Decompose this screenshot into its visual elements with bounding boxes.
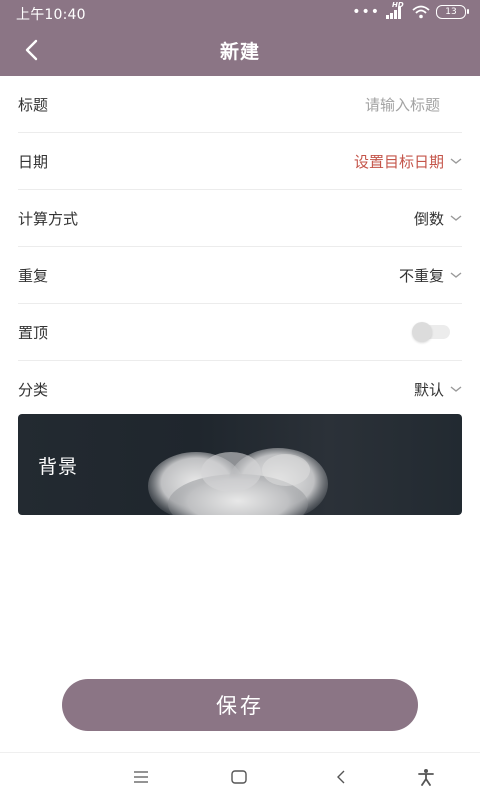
chevron-down-icon [450, 272, 462, 278]
page-title: 新建 [219, 41, 260, 63]
signal-icon: HD [386, 1, 406, 19]
chevron-down-icon [450, 158, 462, 164]
category-row[interactable]: 分类 默认 [18, 361, 462, 418]
background-label: 背景 [38, 456, 79, 478]
pin-toggle[interactable] [412, 322, 450, 342]
date-label: 日期 [18, 152, 49, 171]
app-header: 新建 [0, 24, 480, 76]
chevron-down-icon [450, 215, 462, 221]
background-picker[interactable]: 背景 [18, 414, 462, 515]
repeat-row[interactable]: 重复 不重复 [18, 247, 462, 304]
date-row[interactable]: 日期 设置目标日期 [18, 133, 462, 190]
date-select[interactable]: 设置目标日期 [354, 151, 462, 172]
status-bar: 上午10:40 ••• HD 13 [0, 0, 480, 24]
status-time: 上午10:40 [16, 7, 86, 23]
battery-level: 13 [445, 6, 457, 17]
calc-method-label: 计算方式 [18, 209, 79, 228]
system-nav-bar [0, 752, 480, 801]
network-type: HD [392, 1, 404, 9]
calc-method-select[interactable]: 倒数 [414, 208, 462, 229]
calc-method-row[interactable]: 计算方式 倒数 [18, 190, 462, 247]
category-select[interactable]: 默认 [414, 379, 462, 400]
status-icons: ••• HD 13 [352, 1, 469, 20]
more-dots-icon: ••• [352, 4, 380, 20]
pin-row: 置顶 [18, 304, 462, 361]
back-icon[interactable] [331, 767, 351, 787]
wifi-icon [412, 5, 430, 19]
home-icon[interactable] [229, 767, 249, 787]
pin-label: 置顶 [18, 323, 49, 342]
repeat-value: 不重复 [398, 266, 444, 285]
save-button[interactable]: 保存 [62, 679, 418, 731]
toggle-knob [412, 322, 432, 342]
accessibility-icon[interactable] [416, 767, 436, 787]
chevron-down-icon [450, 386, 462, 392]
calc-method-value: 倒数 [413, 209, 444, 228]
category-value: 默认 [413, 380, 444, 399]
title-label: 标题 [18, 95, 49, 114]
cloud-heart-image [148, 448, 328, 515]
date-value: 设置目标日期 [353, 152, 444, 171]
menu-icon[interactable] [131, 767, 151, 787]
title-row[interactable]: 标题 请输入标题 [18, 76, 462, 133]
title-input[interactable]: 请输入标题 [365, 94, 462, 115]
event-form: 标题 请输入标题 日期 设置目标日期 计算方式 倒数 重复 不重复 置顶 分类 … [18, 76, 462, 418]
repeat-label: 重复 [18, 266, 49, 285]
category-label: 分类 [18, 380, 49, 399]
battery-icon: 13 [436, 5, 469, 19]
repeat-select[interactable]: 不重复 [399, 265, 462, 286]
